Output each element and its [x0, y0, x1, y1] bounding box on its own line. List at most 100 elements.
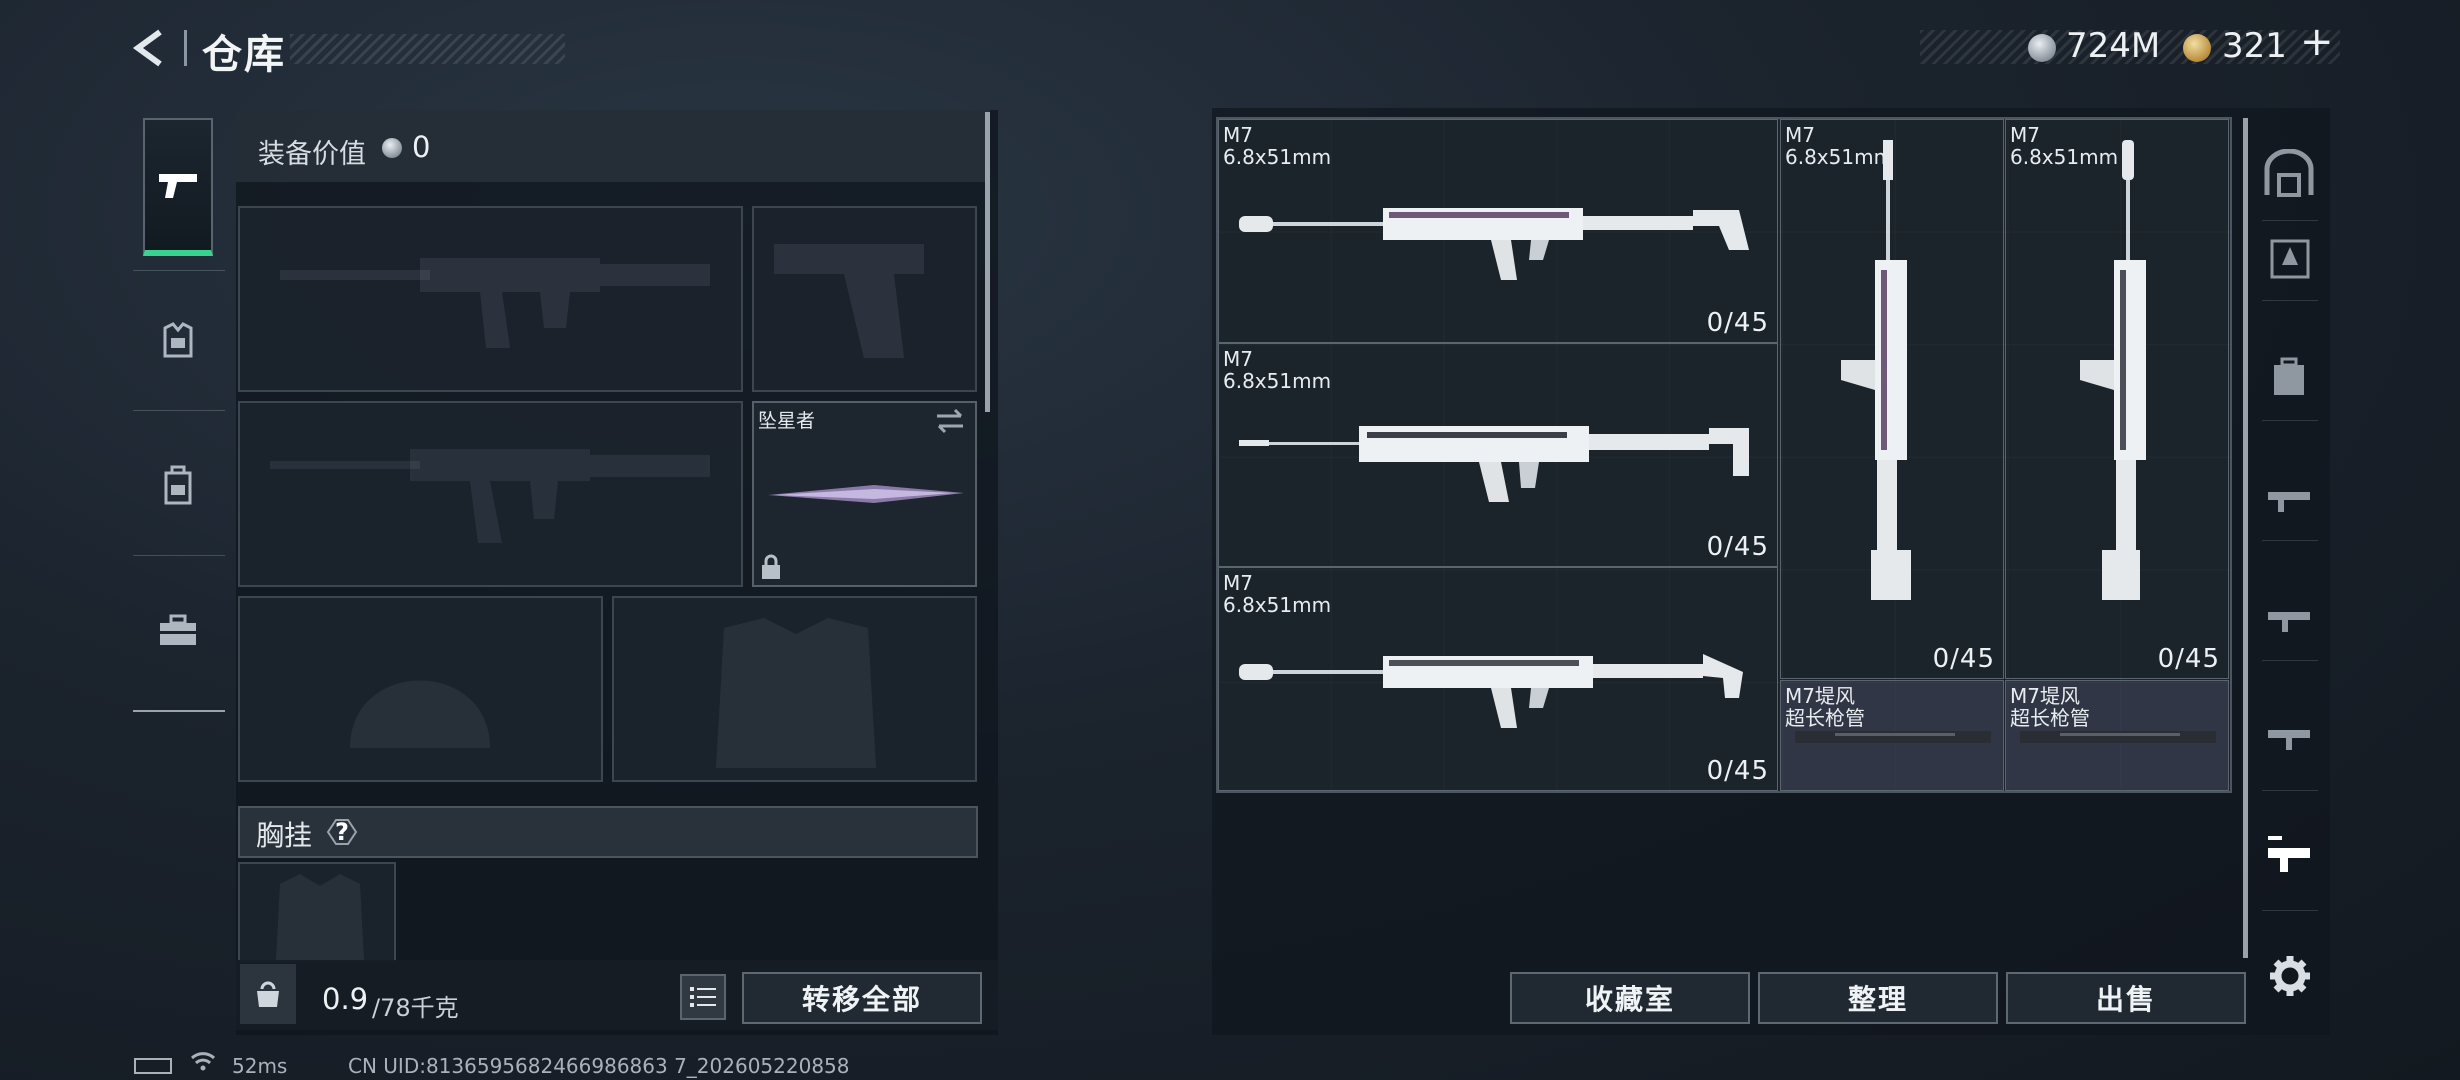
category-divider	[2262, 300, 2318, 301]
item-name: M7堤风	[1785, 684, 1855, 708]
armor-category-icon	[2270, 239, 2310, 279]
tabs-bottom-line	[133, 710, 225, 712]
lock-icon	[760, 554, 782, 586]
padlock-icon	[762, 554, 780, 579]
category-rifle-tier[interactable]	[2256, 462, 2322, 534]
sniper-category-icon	[2268, 730, 2310, 750]
item-name: M7	[1223, 123, 1253, 147]
item-caliber: 6.8x51mm	[1223, 145, 1332, 169]
item-caliber: 6.8x51mm	[1223, 369, 1332, 393]
add-currency-button[interactable]: +	[2300, 22, 2334, 62]
stash-item[interactable]: M7 6.8x51mm 0/45	[1218, 343, 1778, 567]
helmet-silhouette-icon	[350, 680, 490, 748]
category-backpack[interactable]	[2256, 342, 2322, 414]
page-title: 仓库	[202, 32, 286, 78]
gold-currency-amount: 321	[2222, 26, 2287, 66]
tab-toolbox[interactable]	[143, 595, 213, 665]
stash-item[interactable]: M7堤风 超长枪管	[1780, 680, 2004, 791]
weight-icon	[240, 964, 296, 1024]
swap-icon[interactable]	[935, 406, 965, 442]
chest-rig-label: 胸挂	[256, 819, 313, 852]
stash-item[interactable]: M7 6.8x51mm 0/45	[2005, 119, 2229, 679]
category-divider	[2262, 790, 2318, 791]
category-sniper-tier[interactable]	[2256, 700, 2322, 772]
rifle-silhouette-icon	[280, 258, 710, 348]
category-all[interactable]	[2256, 138, 2322, 210]
settings-button[interactable]	[2262, 948, 2318, 1004]
all-items-icon	[2264, 149, 2314, 197]
category-divider	[2262, 540, 2318, 541]
stash-item[interactable]: M7 6.8x51mm 0/45	[1780, 119, 2004, 679]
tab-backpack[interactable]	[143, 450, 213, 520]
category-weapons-active[interactable]	[2256, 818, 2322, 890]
equip-value-label: 装备价值	[258, 139, 366, 170]
item-name: M7	[1223, 347, 1253, 371]
item-ammo-count: 0/45	[1706, 308, 1769, 338]
body-armor-slot[interactable]	[612, 596, 977, 782]
help-label: ?	[335, 818, 349, 846]
rifle-icon	[1239, 426, 1749, 502]
chest-rig-silhouette-icon	[276, 874, 364, 960]
sort-button[interactable]: 整理	[1758, 972, 1998, 1024]
equip-value-amount: 0	[412, 130, 431, 164]
ping-readout: 52ms	[232, 1054, 288, 1078]
rifle-icon	[1239, 208, 1749, 280]
item-name: M7堤风	[2010, 684, 2080, 708]
pistol-icon	[159, 174, 197, 198]
wifi-icon	[190, 1050, 216, 1078]
barrel-icon	[2020, 731, 2216, 743]
secondary-weapon-slot[interactable]	[238, 401, 743, 587]
chevron-left-icon	[132, 29, 162, 67]
item-ammo-count: 0/45	[1706, 756, 1769, 786]
category-smg-tier[interactable]	[2256, 582, 2322, 654]
rifle-category-icon	[2268, 492, 2310, 512]
silver-currency-amount: 724M	[2066, 26, 2161, 66]
title-divider	[184, 30, 187, 66]
pistol-silhouette-icon	[774, 244, 924, 358]
primary-weapon-slot[interactable]	[238, 206, 743, 392]
help-button[interactable]: ?	[322, 816, 362, 848]
stash-item[interactable]: M7堤风 超长枪管	[2005, 680, 2229, 791]
toolbox-icon	[160, 614, 196, 645]
wifi-signal-icon	[190, 1052, 216, 1071]
category-divider	[2262, 220, 2318, 221]
tab-divider	[133, 410, 225, 411]
helmet-slot[interactable]	[238, 596, 603, 782]
pistol-slot[interactable]	[752, 206, 977, 392]
backpack-icon	[164, 465, 192, 505]
chest-rig-slot[interactable]	[238, 862, 396, 962]
battery-icon	[134, 1058, 172, 1074]
smg-category-icon	[2268, 612, 2310, 632]
gold-coin-icon	[2183, 34, 2211, 62]
rifle-vertical-icon	[2080, 140, 2146, 600]
armor-silhouette-icon	[716, 618, 876, 768]
back-button[interactable]	[130, 26, 174, 70]
backpack-category-icon	[2274, 357, 2304, 395]
gear-icon	[2270, 956, 2310, 996]
rifle-vertical-icon	[1841, 140, 1911, 600]
tab-divider	[133, 270, 225, 271]
kettlebell-icon	[257, 981, 279, 1007]
barrel-icon	[1795, 731, 1991, 743]
item-caliber: 6.8x51mm	[1223, 593, 1332, 617]
collection-button[interactable]: 收藏室	[1510, 972, 1750, 1024]
silver-coin-icon	[2028, 34, 2056, 62]
category-armor[interactable]	[2256, 222, 2322, 294]
stash-item[interactable]: M7 6.8x51mm 0/45	[1218, 119, 1778, 343]
tab-armor[interactable]	[143, 305, 213, 375]
swap-arrows-icon	[937, 408, 963, 434]
loadout-scrollbar[interactable]	[985, 112, 990, 412]
list-view-button[interactable]	[680, 974, 726, 1020]
category-divider	[2262, 660, 2318, 661]
list-icon	[690, 987, 716, 1007]
melee-weapon-name: 坠星者	[758, 410, 816, 432]
transfer-all-button[interactable]: 转移全部	[742, 972, 982, 1024]
category-divider	[2262, 910, 2318, 911]
stash-item[interactable]: M7 6.8x51mm 0/45	[1218, 567, 1778, 791]
tab-weapons[interactable]	[143, 118, 213, 256]
item-ammo-count: 0/45	[1706, 532, 1769, 562]
stash-scrollbar[interactable]	[2243, 118, 2248, 958]
sell-button[interactable]: 出售	[2006, 972, 2246, 1024]
category-divider	[2262, 420, 2318, 421]
title-stripe-decoration	[290, 34, 565, 64]
